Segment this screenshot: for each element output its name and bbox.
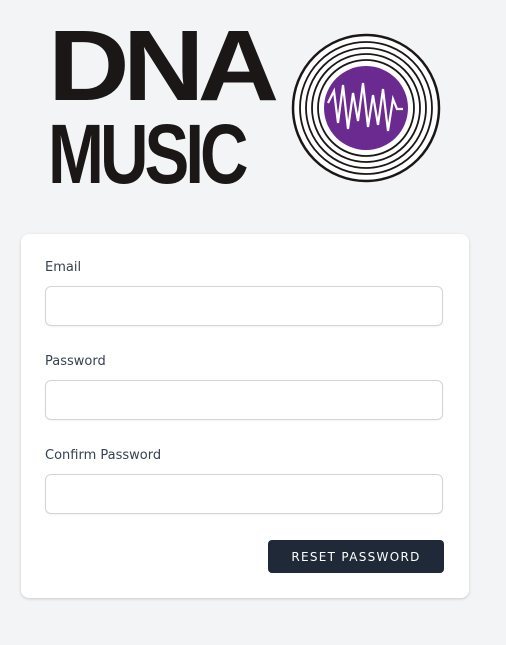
logo-line-music: MUSIC [48,107,249,201]
email-field[interactable] [45,286,443,326]
reset-password-button[interactable]: RESET PASSWORD [268,540,444,573]
password-field[interactable] [45,380,443,420]
email-label: Email [45,260,82,275]
confirm-password-label: Confirm Password [45,448,162,463]
logo-wordmark: DNA MUSIC [48,16,288,196]
logo-line-dna: DNA [48,10,279,122]
vinyl-record-icon [291,33,441,183]
confirm-password-field[interactable] [45,474,443,514]
reset-password-card: Email Password Confirm Password RESET PA… [21,234,469,598]
dna-music-logo: DNA MUSIC [48,16,442,196]
password-label: Password [45,354,106,369]
